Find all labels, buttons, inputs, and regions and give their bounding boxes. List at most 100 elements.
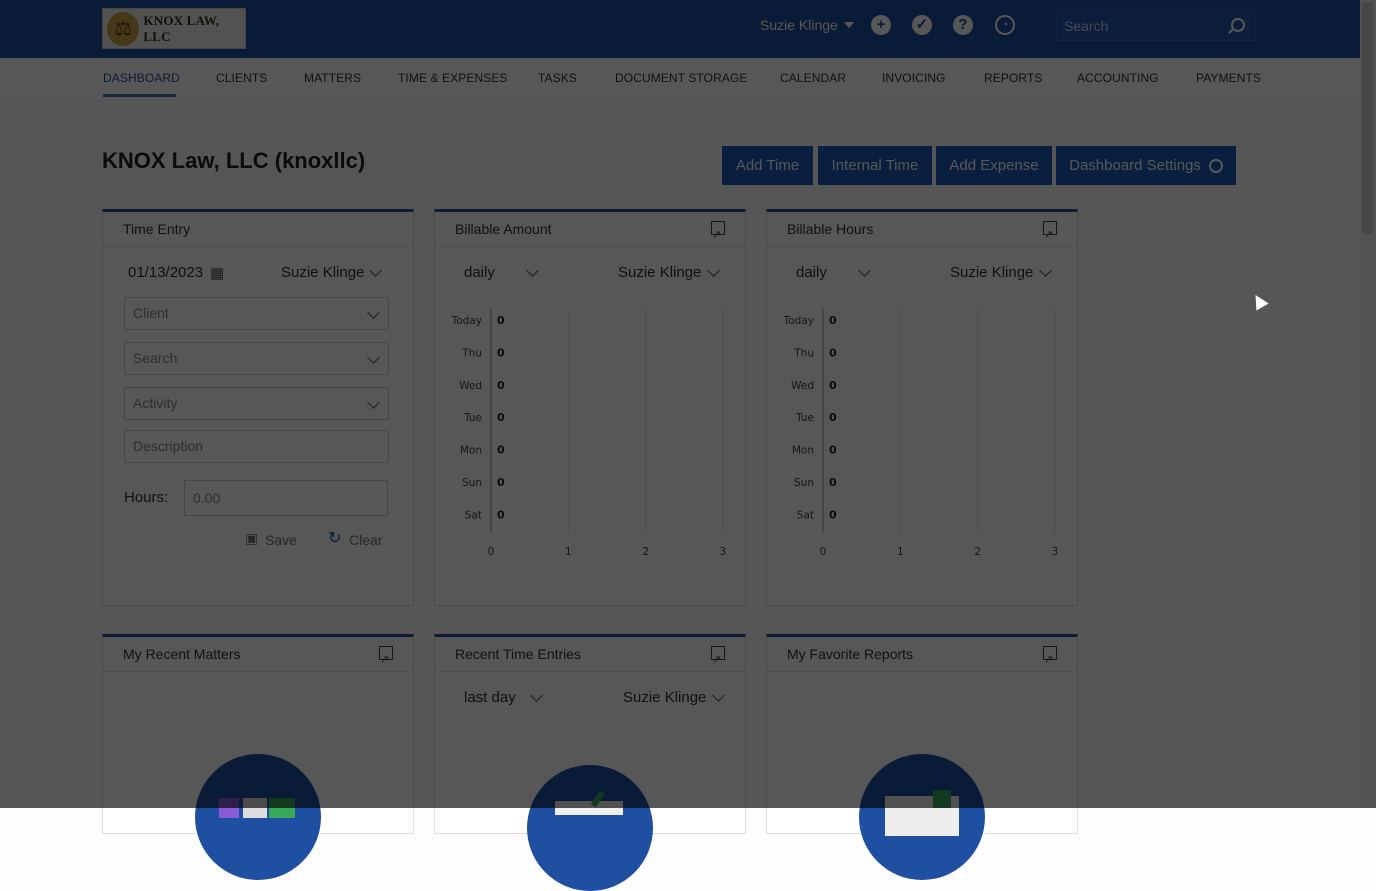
caret-down-icon [843,22,854,28]
nav-matters[interactable]: MATTERS [304,71,361,85]
billable-amount-card: Billable Amount daily Suzie Klinge Today… [434,209,746,606]
scrollbar-thumb[interactable] [1362,2,1373,234]
save-icon[interactable]: ▣ [245,530,258,547]
time-entry-title: Time Entry [103,212,413,247]
global-search[interactable] [1056,9,1256,42]
folders-illustration [195,754,321,880]
recent-time-entries-header: Recent Time Entries [435,637,745,677]
nav-invoicing[interactable]: INVOICING [882,71,946,85]
recent-time-entries-period[interactable]: last day [464,689,516,706]
search-placeholder: Search [133,350,178,366]
chevron-down-icon[interactable] [530,689,543,702]
data-label: 0 [829,379,837,392]
help-icon[interactable]: ? [953,15,973,35]
y-tick-label: Today [783,315,814,327]
nav-dashboard[interactable]: DASHBOARD [103,71,180,85]
y-tick-label: Tue [795,412,814,424]
x-tick-label: 0 [820,546,827,558]
data-label: 0 [497,346,505,359]
nav-document-storage[interactable]: DOCUMENT STORAGE [615,71,748,85]
nav-payments[interactable]: PAYMENTS [1196,71,1261,85]
favorite-reports-title: My Favorite Reports [787,646,914,662]
data-label: 0 [829,314,837,327]
gear-icon [1208,158,1223,173]
activity-placeholder: Activity [133,395,178,411]
data-label: 0 [829,508,837,521]
y-tick-label: Wed [791,380,814,392]
data-label: 0 [497,379,505,392]
internal-time-button[interactable]: Internal Time [818,146,932,185]
y-tick-label: Mon [792,445,814,457]
y-tick-label: Thu [461,347,482,359]
client-select[interactable]: Client [124,297,389,330]
nav-time-expenses[interactable]: TIME & EXPENSES [398,71,508,85]
y-tick-label: Sun [794,477,814,489]
search-input[interactable] [1057,10,1226,42]
data-label: 0 [829,444,837,457]
time-entry-card: Time Entry 01/13/2023 ▦ Suzie Klinge Cli… [102,209,414,606]
chevron-down-icon [367,351,380,364]
add-circle-icon[interactable]: + [871,15,891,35]
data-label: 0 [497,411,505,424]
x-tick-label: 3 [1052,546,1059,558]
nav-accounting[interactable]: ACCOUNTING [1077,71,1159,85]
search-icon[interactable] [1231,18,1245,32]
description-field[interactable]: Description [124,430,389,463]
reports-illustration [859,754,985,880]
clear-button[interactable]: Clear [349,532,382,548]
expand-icon[interactable] [711,643,725,677]
expand-icon[interactable] [711,218,725,252]
nav-clients[interactable]: CLIENTS [216,71,267,85]
user-menu[interactable]: Suzie Klinge [760,17,854,33]
data-label: 0 [829,411,837,424]
data-label: 0 [497,444,505,457]
chevron-down-icon[interactable] [712,689,725,702]
main-nav: DASHBOARD CLIENTS MATTERS TIME & EXPENSE… [0,58,1360,101]
activity-select[interactable]: Activity [124,387,389,420]
data-label: 0 [497,476,505,489]
expand-icon[interactable] [379,643,393,677]
recent-matters-header: My Recent Matters [103,637,413,677]
billable-amount-header: Billable Amount [435,212,745,252]
y-tick-label: Sat [797,509,814,521]
add-expense-button[interactable]: Add Expense [936,146,1052,185]
y-tick-label: Sun [462,477,482,489]
add-time-button[interactable]: Add Time [722,146,813,185]
nav-active-indicator [103,94,176,97]
hours-placeholder: 0.00 [193,490,221,506]
expand-icon[interactable] [1043,643,1057,677]
mouse-cursor-icon [1249,291,1269,311]
hours-label: Hours: [124,489,169,506]
expand-icon[interactable] [1043,218,1057,252]
recent-time-entries-title: Recent Time Entries [455,646,582,662]
clock-icon[interactable]: ◔ [995,15,1015,35]
chevron-down-icon[interactable] [369,264,382,277]
refresh-icon[interactable]: ↻ [328,528,341,548]
hours-field[interactable]: 0.00 [184,480,388,516]
save-button[interactable]: Save [265,532,297,548]
scales-icon: ⚖ [107,11,140,46]
nav-calendar[interactable]: CALENDAR [780,71,846,85]
calendar-icon[interactable]: ▦ [210,264,224,282]
y-tick-label: Wed [459,380,482,392]
x-tick-label: 1 [897,546,904,558]
dashboard-settings-button[interactable]: Dashboard Settings [1056,146,1236,185]
x-tick-label: 0 [488,546,495,558]
matter-search-select[interactable]: Search [124,342,389,375]
y-tick-label: Mon [460,445,482,457]
time-entry-user[interactable]: Suzie Klinge [281,264,364,281]
client-placeholder: Client [133,305,169,321]
x-tick-label: 2 [974,546,981,558]
check-circle-icon[interactable]: ✓ [912,15,932,35]
recent-matters-title: My Recent Matters [123,646,241,662]
nav-reports[interactable]: REPORTS [984,71,1043,85]
recent-time-entries-user[interactable]: Suzie Klinge [623,689,706,706]
billable-amount-title: Billable Amount [455,221,552,237]
billable-hours-chart: Today0Thu0Wed0Tue0Mon0Sun0Sat00123Billab… [783,308,1059,558]
y-tick-label: Sat [465,509,482,521]
nav-tasks[interactable]: TASKS [538,71,577,85]
firm-logo[interactable]: ⚖ KNOX LAW, LLC [102,8,246,49]
data-label: 0 [497,314,505,327]
recent-time-entries-card: Recent Time Entries last day Suzie Kling… [434,634,746,891]
date-value[interactable]: 01/13/2023 [128,264,203,281]
